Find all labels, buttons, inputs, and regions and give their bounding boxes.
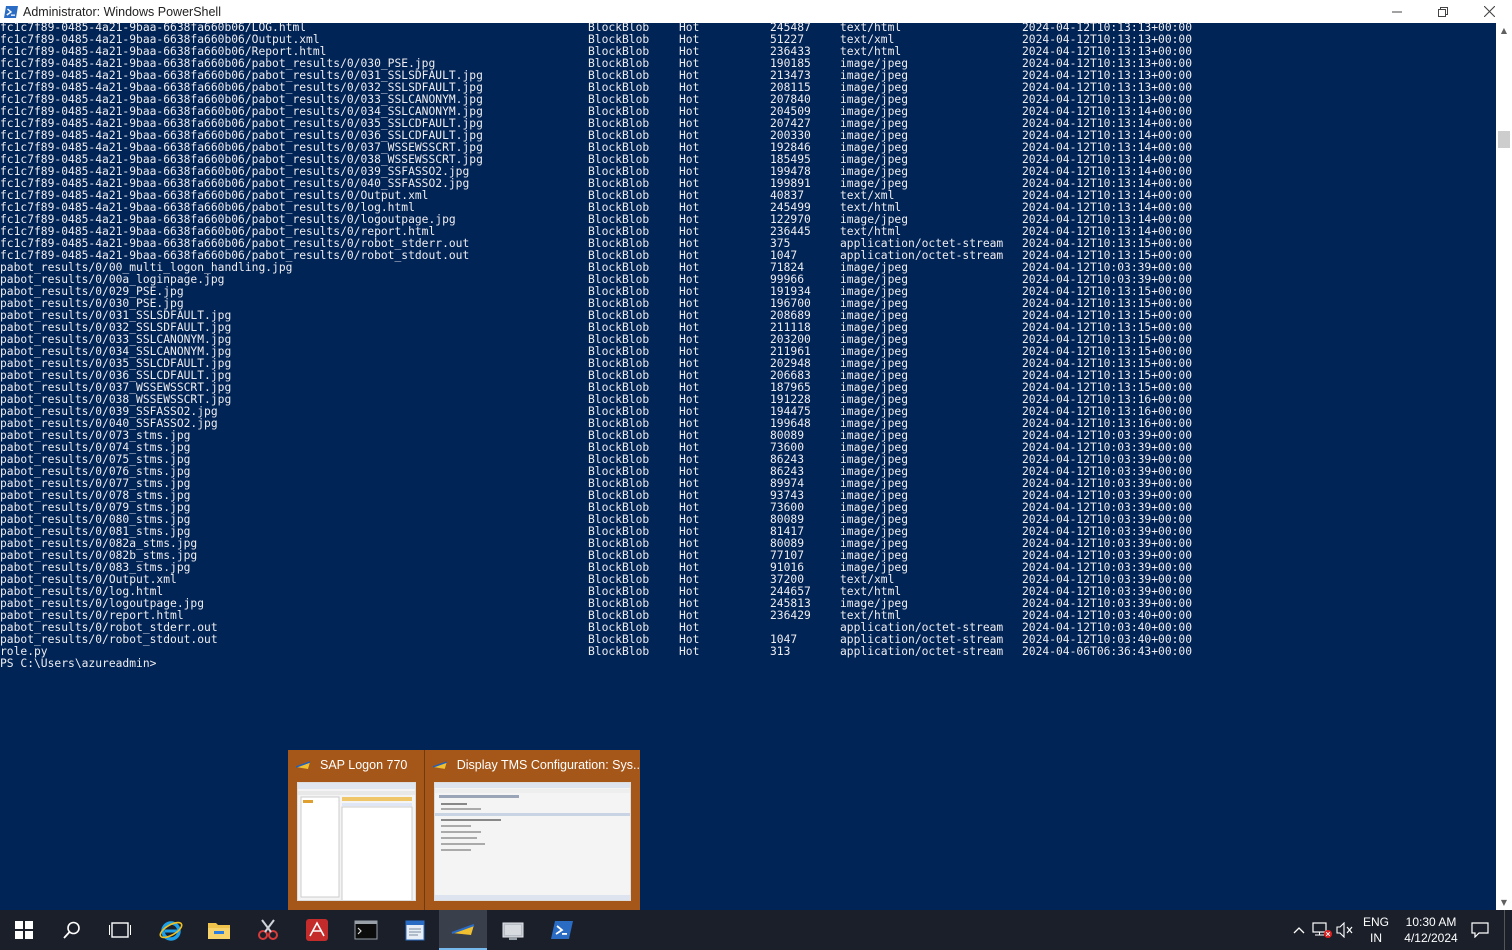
show-hidden-icons-button[interactable] xyxy=(1288,910,1310,950)
input-language-button[interactable]: ENG IN xyxy=(1358,910,1394,950)
clock[interactable]: 10:30 AM 4/12/2024 xyxy=(1398,910,1464,950)
app-icon xyxy=(306,919,328,941)
blob-list: fc1c7f89-0485-4a21-9baa-6638fa660b06/LOG… xyxy=(0,22,1496,658)
notification-icon xyxy=(1471,922,1489,938)
search-button[interactable] xyxy=(48,910,96,950)
console-line: pabot_results/0/082b_stms.jpg BlockBlob Ho… xyxy=(0,550,1496,562)
internet-explorer-button[interactable] xyxy=(147,910,195,950)
language-code: ENG xyxy=(1362,915,1389,929)
file-explorer-button[interactable] xyxy=(195,910,243,950)
console-line: pabot_results/0/075_stms.jpg BlockBlob Hot… xyxy=(0,454,1496,466)
taskbar: ENG IN 10:30 AM 4/12/2024 xyxy=(0,910,1512,950)
scrollbar-thumb[interactable] xyxy=(1498,131,1510,148)
notepad-button[interactable] xyxy=(391,910,439,950)
blob-name: role.py xyxy=(0,645,48,658)
search-icon xyxy=(63,921,80,939)
console-line: pabot_results/0/076_stms.jpg BlockBlob Hot… xyxy=(0,466,1496,478)
window-title-bar[interactable]: Administrator: Windows PowerShell xyxy=(0,0,1512,23)
restore-button[interactable] xyxy=(1420,0,1466,23)
scroll-down-icon[interactable]: ▼ xyxy=(1496,894,1512,910)
blob-last-modified: 2024-04-06T06:36:43+00:00 xyxy=(1022,645,1193,658)
console-line: pabot_results/0/078_stms.jpg BlockBlob Hot… xyxy=(0,490,1496,502)
window-title: Administrator: Windows PowerShell xyxy=(23,4,221,19)
command-prompt-button[interactable] xyxy=(342,910,390,950)
blob-size: 313 xyxy=(770,645,791,658)
thumbnail-label: SAP Logon 770 xyxy=(320,758,408,772)
show-desktop-button[interactable] xyxy=(1504,910,1512,950)
sap-logon-preview-image xyxy=(298,783,415,902)
console-line: pabot_results/0/log.html BlockBlob Hot 2446… xyxy=(0,586,1496,598)
task-view-icon xyxy=(109,922,131,938)
server-manager-button[interactable] xyxy=(489,910,537,950)
tms-preview-image xyxy=(435,783,630,900)
app-red-button[interactable] xyxy=(293,910,341,950)
console-line: pabot_results/0/robot_stderr.out BlockBlo… xyxy=(0,622,1496,634)
terminal-icon xyxy=(354,920,378,940)
sap-logon-icon xyxy=(451,924,475,935)
language-region: IN xyxy=(1370,931,1382,945)
console-line: pabot_results/0/logoutpage.jpg BlockBlob H… xyxy=(0,598,1496,610)
console-line: role.py BlockBlob Hot 313 application/octet-… xyxy=(0,646,1496,658)
console-line: pabot_results/0/038_WSSEWSSCRT.jpg BlockB… xyxy=(0,394,1496,406)
windows-logo-icon xyxy=(15,921,33,939)
volume-muted-icon xyxy=(1336,922,1353,938)
thumbnail-label: Display TMS Configuration: Sys... xyxy=(456,758,640,772)
server-manager-icon xyxy=(502,922,524,940)
window-preview xyxy=(297,782,416,902)
folder-icon xyxy=(208,923,230,939)
scroll-up-icon[interactable]: ▲ xyxy=(1496,22,1512,38)
powershell-taskbar-button[interactable] xyxy=(538,910,586,950)
minimize-button[interactable] xyxy=(1374,0,1420,23)
console-prompt[interactable]: PS C:\Users\azureadmin> xyxy=(0,658,1496,670)
console-line: pabot_results/0/robot_stdout.out BlockBlo… xyxy=(0,634,1496,646)
console-line: pabot_results/0/Output.xml BlockBlob Hot 37… xyxy=(0,574,1496,586)
blob-size: 236429 xyxy=(770,609,811,622)
console-line: pabot_results/0/081_stms.jpg BlockBlob Hot… xyxy=(0,526,1496,538)
console-line: pabot_results/0/039_SSFASSO2.jpg BlockBlo… xyxy=(0,406,1496,418)
blob-type: BlockBlob xyxy=(588,645,650,658)
taskbar-thumbnail-popup: SAP Logon 770 Display TMS Configuration:… xyxy=(288,750,640,910)
console-line: pabot_results/0/083_stms.jpg BlockBlob Hot… xyxy=(0,562,1496,574)
console-line: pabot_results/0/report.html BlockBlob Hot 2… xyxy=(0,610,1496,622)
window-preview xyxy=(434,782,631,901)
clock-date: 4/12/2024 xyxy=(1404,931,1458,945)
close-button[interactable] xyxy=(1466,0,1512,23)
console-line: pabot_results/0/074_stms.jpg BlockBlob Hot… xyxy=(0,442,1496,454)
console-line: pabot_results/0/00a_loginpage.jpg BlockBl… xyxy=(0,274,1496,286)
internet-explorer-icon xyxy=(159,921,183,941)
sap-gui-icon xyxy=(433,761,447,769)
restore-icon xyxy=(1438,6,1448,17)
volume-button[interactable] xyxy=(1334,910,1356,950)
console-line: pabot_results/0/029_PSE.jpg BlockBlob Hot 1… xyxy=(0,286,1496,298)
start-button[interactable] xyxy=(0,910,48,950)
network-warning-icon xyxy=(1312,922,1332,938)
scissors-icon xyxy=(258,919,278,940)
snipping-tool-button[interactable] xyxy=(244,910,292,950)
blob-content-type: application/octet-stream xyxy=(840,645,1004,658)
blob-tier: Hot xyxy=(679,645,700,658)
console-line: pabot_results/0/00_multi_logon_handling.… xyxy=(0,262,1496,274)
console-output[interactable]: fc1c7f89-0485-4a21-9baa-6638fa660b06/LOG… xyxy=(0,22,1496,910)
console-line: pabot_results/0/080_stms.jpg BlockBlob Hot… xyxy=(0,514,1496,526)
console-scrollbar[interactable]: ▲ ▼ xyxy=(1496,22,1512,910)
console-line: pabot_results/0/073_stms.jpg BlockBlob Hot… xyxy=(0,430,1496,442)
network-status-button[interactable] xyxy=(1310,910,1334,950)
thumbnail-sap-logon[interactable]: SAP Logon 770 xyxy=(288,750,425,910)
console-line: pabot_results/0/079_stms.jpg BlockBlob Hot… xyxy=(0,502,1496,514)
minimize-icon xyxy=(1392,11,1402,12)
close-icon xyxy=(1483,6,1495,17)
chevron-up-icon xyxy=(1293,927,1305,934)
console-line: pabot_results/0/077_stms.jpg BlockBlob Hot… xyxy=(0,478,1496,490)
sap-logon-icon xyxy=(296,761,310,769)
thumbnail-display-tms[interactable]: Display TMS Configuration: Sys... xyxy=(425,750,640,910)
powershell-icon xyxy=(551,921,573,939)
clock-time: 10:30 AM xyxy=(1405,915,1457,929)
action-center-button[interactable] xyxy=(1466,910,1494,950)
notepad-icon xyxy=(405,920,425,941)
sap-logon-taskbar-button[interactable] xyxy=(439,910,487,950)
powershell-icon xyxy=(4,5,18,18)
task-view-button[interactable] xyxy=(96,910,144,950)
console-line: pabot_results/0/040_SSFASSO2.jpg BlockBlo… xyxy=(0,418,1496,430)
console-line: pabot_results/0/082a_stms.jpg BlockBlob Ho… xyxy=(0,538,1496,550)
